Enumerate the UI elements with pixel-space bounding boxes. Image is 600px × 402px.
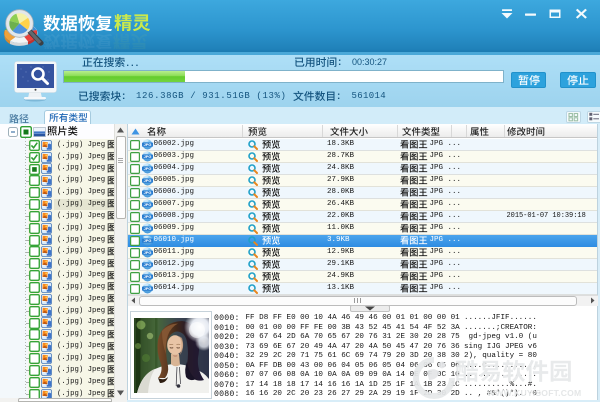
svg-text:JPG: JPG [143,178,151,183]
svg-text:JPG: JPG [143,250,151,255]
svg-text:JPG: JPG [143,166,151,171]
svg-text:JPG: JPG [143,214,151,219]
svg-text:JPG: JPG [143,274,151,279]
svg-text:JPG: JPG [143,286,151,291]
svg-text:JPG: JPG [143,190,151,195]
svg-text:JPG: JPG [143,262,151,267]
svg-text:JPG: JPG [143,238,151,243]
svg-text:JPG: JPG [143,226,151,231]
svg-text:JPG: JPG [143,142,151,147]
svg-text:JPG: JPG [143,154,151,159]
svg-text:JPG: JPG [143,202,151,207]
